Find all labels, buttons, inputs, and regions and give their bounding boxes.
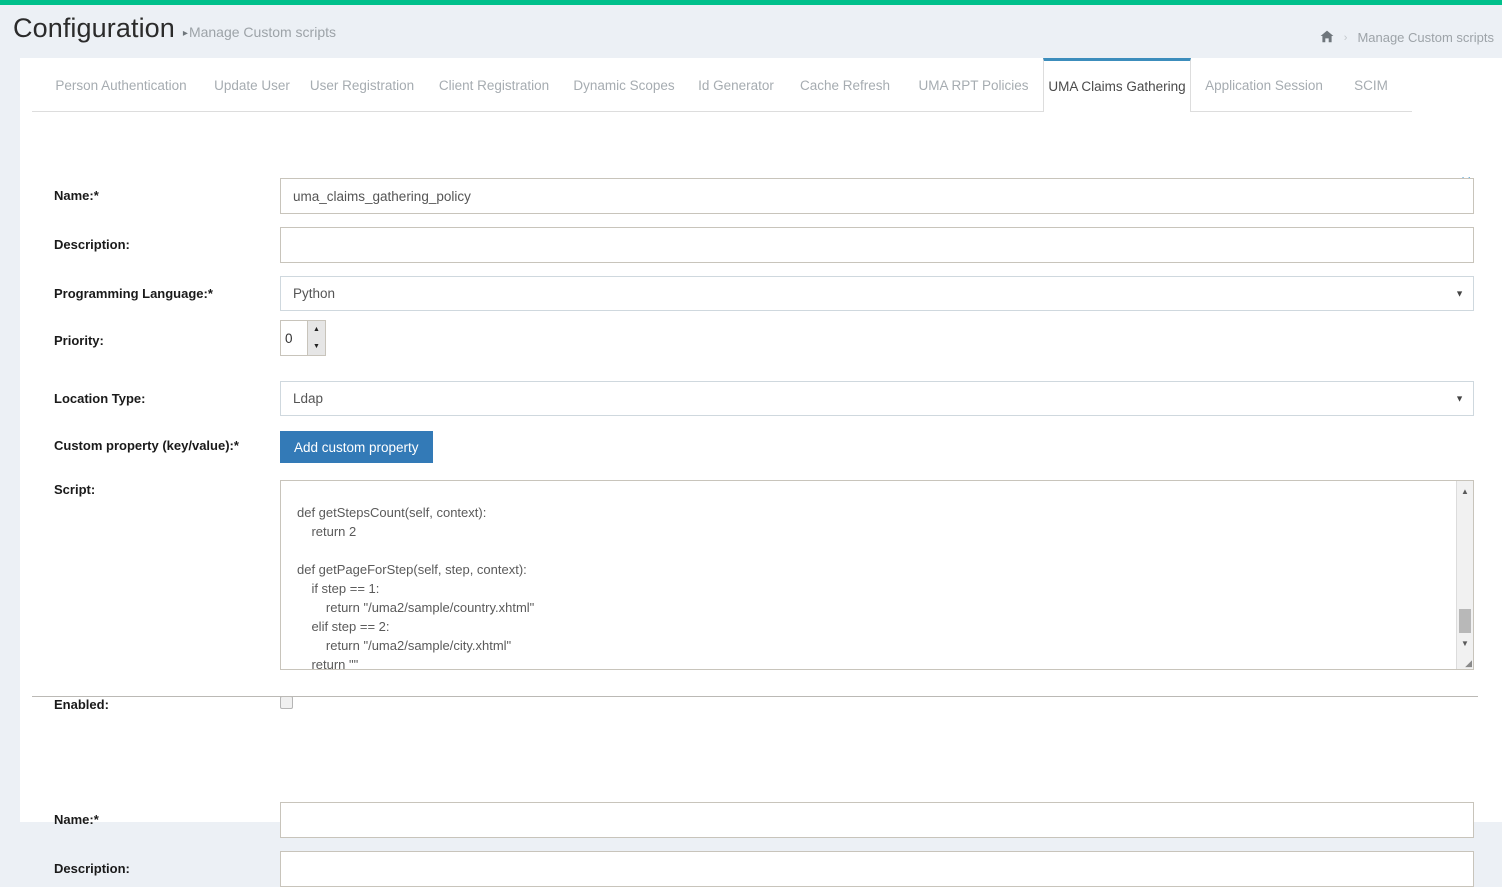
- tab-client-registration[interactable]: Client Registration: [426, 59, 562, 112]
- location-type-select[interactable]: Ldap ▼: [280, 381, 1474, 416]
- header-title-group: Configuration ▸ Manage Custom scripts: [13, 15, 336, 42]
- priority-stepper[interactable]: 0 ▲ ▼: [280, 320, 326, 356]
- programming-language-value: Python: [293, 286, 335, 301]
- tab-label: Update User: [214, 78, 290, 93]
- caret-right-icon: ▸: [183, 28, 188, 39]
- name-label: Name:*: [54, 812, 99, 827]
- page-root: Configuration ▸ Manage Custom scripts › …: [0, 0, 1502, 822]
- tab-update-user[interactable]: Update User: [206, 59, 298, 112]
- script-content[interactable]: def getStepsCount(self, context): return…: [297, 503, 1447, 670]
- tab-label: Dynamic Scopes: [573, 78, 674, 93]
- tab-person-authentication[interactable]: Person Authentication: [36, 59, 206, 112]
- priority-value[interactable]: 0: [281, 321, 307, 355]
- name-label: Name:*: [54, 188, 99, 203]
- section-divider: [32, 696, 1478, 697]
- tab-uma-rpt-policies[interactable]: UMA RPT Policies: [904, 59, 1043, 112]
- chevron-down-icon: ▼: [1455, 394, 1464, 403]
- priority-label: Priority:: [54, 333, 104, 348]
- tab-user-registration[interactable]: User Registration: [298, 59, 426, 112]
- script-scrollbar[interactable]: ▲ ▼: [1456, 481, 1473, 669]
- scroll-up-icon[interactable]: ▲: [1457, 483, 1473, 499]
- tab-uma-claims-gathering[interactable]: UMA Claims Gathering: [1043, 58, 1191, 112]
- tab-label: SCIM: [1354, 78, 1388, 93]
- tab-cache-refresh[interactable]: Cache Refresh: [786, 59, 904, 112]
- location-type-value: Ldap: [293, 391, 323, 406]
- content-panel: Person Authentication Update User User R…: [20, 58, 1502, 822]
- tab-label: UMA RPT Policies: [918, 78, 1028, 93]
- script-editor[interactable]: def getStepsCount(self, context): return…: [280, 480, 1474, 670]
- tab-scim[interactable]: SCIM: [1337, 59, 1405, 112]
- custom-property-label: Custom property (key/value):*: [54, 438, 239, 453]
- page-title: Configuration: [13, 15, 175, 42]
- enabled-label: Enabled:: [54, 697, 109, 712]
- tab-bar: Person Authentication Update User User R…: [20, 58, 1502, 112]
- breadcrumb-current[interactable]: Manage Custom scripts: [1357, 30, 1494, 45]
- description-label: Description:: [54, 861, 130, 876]
- priority-stepper-buttons: ▲ ▼: [307, 321, 325, 355]
- scroll-down-icon[interactable]: ▼: [1457, 635, 1473, 651]
- page-subtitle: ▸ Manage Custom scripts: [183, 24, 336, 40]
- scrollbar-thumb[interactable]: [1459, 609, 1471, 633]
- tab-application-session[interactable]: Application Session: [1191, 59, 1337, 112]
- description-input[interactable]: [280, 851, 1474, 887]
- stepper-up-icon[interactable]: ▲: [308, 321, 325, 338]
- add-custom-property-button[interactable]: Add custom property: [280, 431, 433, 463]
- location-type-label: Location Type:: [54, 391, 145, 406]
- tab-label: Client Registration: [439, 78, 549, 93]
- description-label: Description:: [54, 237, 130, 252]
- script-label: Script:: [54, 482, 95, 497]
- tab-label: Application Session: [1205, 78, 1323, 93]
- name-input[interactable]: [280, 178, 1474, 214]
- resize-grip-icon[interactable]: ◢: [1457, 653, 1472, 668]
- breadcrumb-separator: ›: [1344, 32, 1348, 44]
- enabled-checkbox[interactable]: [280, 696, 293, 709]
- tab-label: Cache Refresh: [800, 78, 890, 93]
- breadcrumb: › Manage Custom scripts: [1320, 30, 1494, 45]
- page-header: Configuration ▸ Manage Custom scripts › …: [0, 5, 1502, 58]
- programming-language-select[interactable]: Python ▼: [280, 276, 1474, 311]
- stepper-down-icon[interactable]: ▼: [308, 338, 325, 355]
- page-subtitle-label: Manage Custom scripts: [189, 24, 336, 40]
- tab-dynamic-scopes[interactable]: Dynamic Scopes: [562, 59, 686, 112]
- tab-label: Id Generator: [698, 78, 774, 93]
- tab-label: Person Authentication: [55, 78, 186, 93]
- chevron-down-icon: ▼: [1455, 289, 1464, 298]
- home-icon[interactable]: [1320, 30, 1334, 45]
- name-input[interactable]: [280, 802, 1474, 838]
- tab-label: UMA Claims Gathering: [1048, 79, 1185, 94]
- tab-label: User Registration: [310, 78, 414, 93]
- description-input[interactable]: [280, 227, 1474, 263]
- programming-language-label: Programming Language:*: [54, 286, 213, 301]
- tab-id-generator[interactable]: Id Generator: [686, 59, 786, 112]
